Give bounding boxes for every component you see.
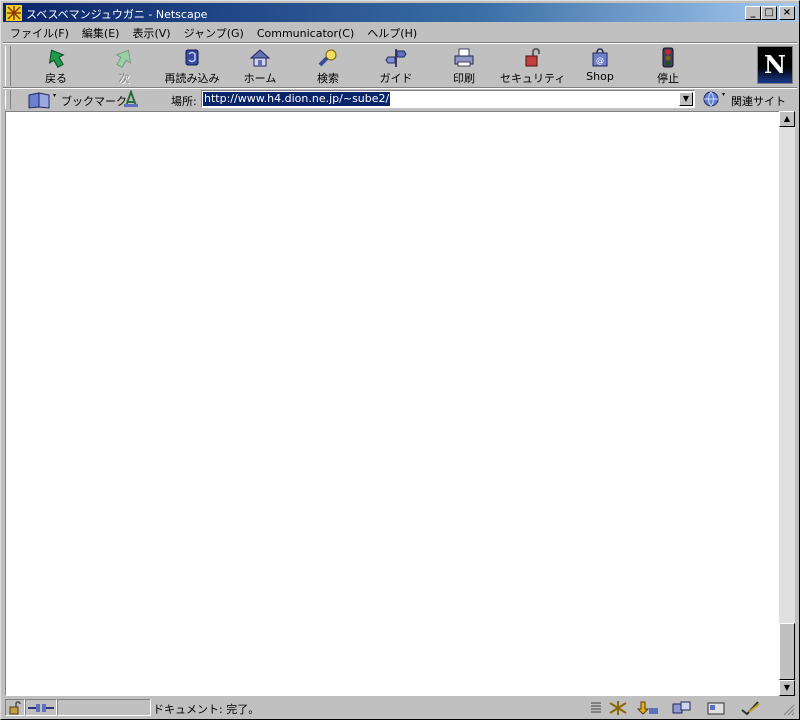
newsgroups-icon[interactable] <box>671 700 693 716</box>
scroll-down-button[interactable]: ▼ <box>779 680 795 696</box>
search-label: 検索 <box>317 72 339 85</box>
vertical-scrollbar[interactable]: ▲ ▼ <box>779 111 795 696</box>
home-label: ホーム <box>243 72 277 85</box>
menu-go[interactable]: ジャンプ(G) <box>177 23 250 41</box>
menu-communicator[interactable]: Communicator(C) <box>250 25 360 40</box>
bookmarks-label: ブックマーク <box>61 95 127 108</box>
security-button[interactable]: セキュリティ <box>500 46 566 86</box>
location-toolbar: ブックマーク 場所: http://www.h4.dion.ne.jp/~sub… <box>3 89 797 111</box>
toolbar-grip[interactable] <box>5 46 11 86</box>
resize-grip-icon[interactable] <box>783 704 795 716</box>
back-button[interactable]: 戻る <box>24 46 88 86</box>
mail-icon[interactable] <box>637 700 659 716</box>
minimize-icon: _ <box>750 7 756 18</box>
title-bar[interactable]: スベスベマンジュウガニ - Netscape _ □ × <box>3 3 797 22</box>
reload-label: 再読み込み <box>164 72 220 85</box>
maximize-button[interactable]: □ <box>761 6 777 20</box>
shop-label: Shop <box>586 70 614 83</box>
menu-edit[interactable]: 編集(E) <box>75 23 126 41</box>
reload-button[interactable]: 再読み込み <box>160 46 224 86</box>
guide-button[interactable]: ガイド <box>364 46 428 86</box>
menu-bar: ファイル(F) 編集(E) 表示(V) ジャンプ(G) Communicator(C) ヘ… <box>3 23 797 41</box>
shop-button[interactable]: @ Shop <box>568 46 632 86</box>
forward-button[interactable]: 次 <box>92 46 156 86</box>
toolbar-grip[interactable] <box>5 90 11 109</box>
guide-icon <box>385 49 407 67</box>
security-lock-icon <box>525 47 540 67</box>
search-icon <box>318 49 337 67</box>
close-button[interactable]: × <box>779 6 795 20</box>
menu-file[interactable]: ファイル(F) <box>3 23 75 41</box>
home-icon <box>249 49 271 67</box>
address-book-icon[interactable] <box>705 700 727 716</box>
url-text: http://www.h4.dion.ne.jp/~sube2/ <box>203 92 391 106</box>
forward-arrow-icon <box>115 49 132 68</box>
component-bar-grip-icon[interactable] <box>587 700 609 716</box>
stop-label: 停止 <box>657 72 679 85</box>
stop-light-icon <box>662 47 674 68</box>
url-history-dropdown[interactable]: ▼ <box>679 92 693 106</box>
arrow-down-icon: ▼ <box>783 683 791 692</box>
browser-window: スベスベマンジュウガニ - Netscape _ □ × ファイル(F) 編集(E… <box>0 0 800 720</box>
print-button[interactable]: 印刷 <box>432 46 496 86</box>
netscape-logo[interactable]: N <box>757 46 793 84</box>
print-label: 印刷 <box>453 72 475 85</box>
status-text: ドキュメント: 完了。 <box>153 703 260 716</box>
url-input[interactable]: http://www.h4.dion.ne.jp/~sube2/ ▼ <box>201 90 695 108</box>
back-arrow-icon <box>48 49 65 68</box>
logo-letter: N <box>764 50 786 79</box>
window-title: スベスベマンジュウガニ - Netscape <box>26 8 208 21</box>
bookmark-book-icon <box>28 92 56 109</box>
search-button[interactable]: 検索 <box>296 46 360 86</box>
menu-view[interactable]: 表示(V) <box>125 23 176 41</box>
related-sites-label: 関連サイト <box>731 95 786 108</box>
progress-cell <box>57 699 151 716</box>
guide-label: ガイド <box>379 72 413 85</box>
close-icon: × <box>782 7 792 18</box>
stop-button[interactable]: 停止 <box>636 46 700 86</box>
back-label: 戻る <box>45 72 67 85</box>
dropdown-arrow-icon: ▼ <box>682 94 690 103</box>
navigation-toolbar: 戻る 次 再読み込み ホーム 検索 ガイド 印刷 セキュリティ @ Shop 停… <box>3 44 797 88</box>
maximize-icon: □ <box>764 7 774 18</box>
unlocked-padlock-icon <box>9 701 21 715</box>
scroll-thumb[interactable] <box>779 623 795 680</box>
shop-bag-icon: @ <box>592 48 608 67</box>
menu-help[interactable]: ヘルプ(H) <box>360 23 423 41</box>
status-bar: ドキュメント: 完了。 <box>3 698 797 718</box>
page-content-area[interactable] <box>5 111 781 696</box>
connection-plug-icon <box>28 704 54 712</box>
related-globe-icon <box>703 91 725 107</box>
arrow-up-icon: ▲ <box>783 114 791 123</box>
location-label: 場所: <box>171 95 197 108</box>
scroll-up-button[interactable]: ▲ <box>779 111 795 127</box>
svg-text:@: @ <box>596 56 604 65</box>
reload-icon <box>185 49 199 66</box>
print-icon <box>454 48 474 67</box>
online-status-cell[interactable] <box>25 699 57 716</box>
page-proxy-icon[interactable] <box>123 90 139 108</box>
home-button[interactable]: ホーム <box>228 46 292 86</box>
navigator-icon[interactable] <box>607 700 629 716</box>
forward-label: 次 <box>118 72 130 85</box>
security-label: セキュリティ <box>500 72 566 85</box>
netscape-app-icon <box>6 5 22 21</box>
composer-icon[interactable] <box>739 700 761 716</box>
security-status-cell[interactable] <box>5 699 25 716</box>
minimize-button[interactable]: _ <box>745 6 761 20</box>
